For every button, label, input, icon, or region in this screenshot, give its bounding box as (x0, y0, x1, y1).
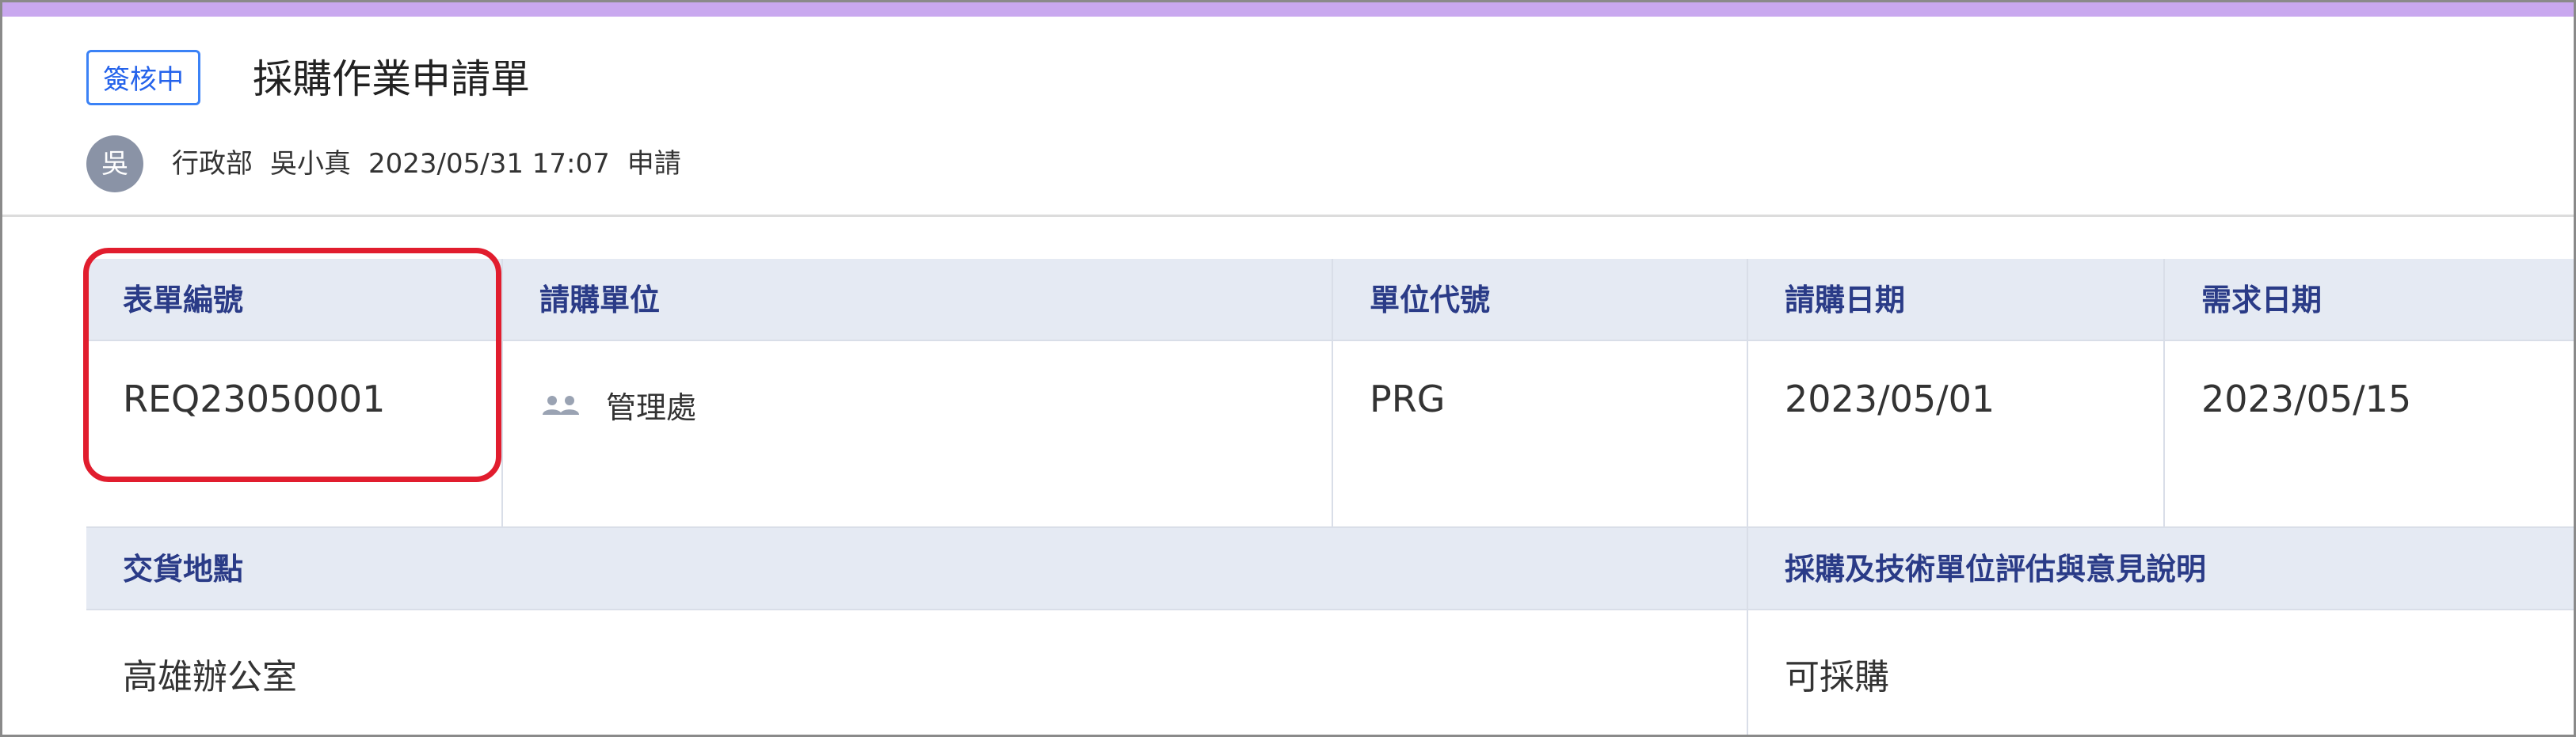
delivery-value: 高雄辦公室 (86, 610, 1748, 735)
req-date-value: 2023/05/01 (1748, 341, 2165, 528)
unit-code-label: 單位代號 (1333, 259, 1748, 341)
page-title: 採購作業申請單 (253, 56, 530, 102)
need-date-value: 2023/05/15 (2165, 341, 2574, 528)
form-no-highlight (83, 248, 501, 482)
apply-datetime: 2023/05/31 17:07 (368, 148, 610, 180)
delivery-label: 交貨地點 (86, 528, 1748, 610)
need-date-label: 需求日期 (2165, 259, 2574, 341)
header-divider (2, 215, 2574, 217)
status-badge: 簽核中 (86, 50, 200, 105)
department-text: 行政部 (172, 148, 253, 180)
req-unit-value-cell: 管理處 (503, 341, 1333, 528)
req-unit-value: 管理處 (606, 390, 697, 425)
req-date-label: 請購日期 (1748, 259, 2165, 341)
req-unit-label: 請購單位 (503, 259, 1333, 341)
avatar[interactable]: 吳 (86, 135, 143, 192)
form-window: 簽核中 採購作業申請單 吳 行政部 吳小真 2023/05/31 17:07 申請 表… (0, 0, 2576, 737)
eval-label: 採購及技術單位評估與意見說明 (1748, 528, 2574, 610)
unit-code-value: PRG (1333, 341, 1748, 528)
apply-action: 申請 (627, 148, 681, 180)
applicant-name: 吳小真 (270, 148, 351, 180)
eval-value: 可採購 (1748, 610, 2574, 735)
top-accent-bar (2, 2, 2574, 17)
applicant-meta: 行政部 吳小真 2023/05/31 17:07 申請 (172, 135, 699, 192)
users-icon (543, 395, 579, 415)
form-header: 簽核中 採購作業申請單 吳 行政部 吳小真 2023/05/31 17:07 申請 (2, 17, 2574, 215)
